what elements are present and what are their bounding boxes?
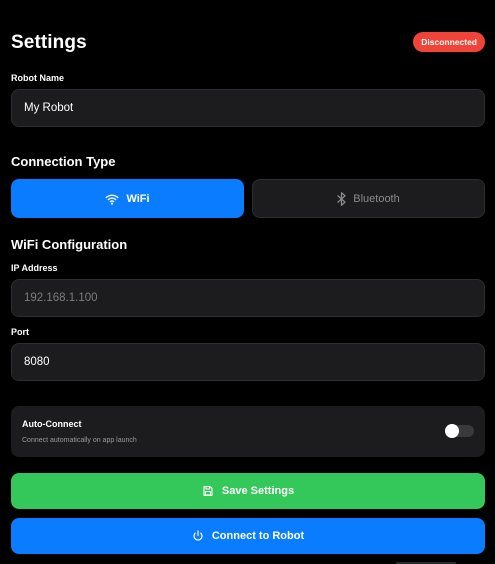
save-settings-label: Save Settings [221, 485, 295, 497]
auto-connect-description: Connect automatically on app launch [22, 437, 137, 444]
toggle-knob [445, 424, 459, 438]
auto-connect-toggle[interactable] [445, 424, 474, 438]
connect-robot-label: Connect to Robot [211, 530, 305, 542]
status-badge: Disconnected [413, 32, 485, 52]
ip-address-input[interactable] [11, 279, 485, 317]
save-settings-button[interactable]: Save Settings [11, 473, 485, 509]
ip-address-label: IP Address [11, 263, 58, 273]
auto-connect-title: Auto-Connect [22, 419, 82, 429]
header: Settings Disconnected [11, 31, 485, 55]
wifi-icon [105, 193, 119, 205]
bluetooth-option-label: Bluetooth [353, 192, 400, 205]
bluetooth-option-button[interactable]: Bluetooth [252, 179, 485, 218]
bluetooth-icon [337, 191, 346, 206]
page-title: Settings [11, 32, 87, 53]
robot-name-input[interactable] [11, 89, 485, 127]
connect-robot-button[interactable]: Connect to Robot [11, 518, 485, 554]
port-input[interactable] [11, 343, 485, 381]
connection-type-title: Connection Type [11, 154, 116, 169]
wifi-option-button[interactable]: WiFi [11, 179, 244, 218]
save-icon [202, 485, 214, 497]
wifi-option-label: WiFi [126, 192, 150, 205]
port-label: Port [11, 327, 29, 337]
power-icon [192, 530, 204, 542]
auto-connect-card: Auto-Connect Connect automatically on ap… [11, 406, 485, 457]
robot-name-label: Robot Name [11, 73, 65, 83]
wifi-config-title: WiFi Configuration [11, 237, 128, 252]
